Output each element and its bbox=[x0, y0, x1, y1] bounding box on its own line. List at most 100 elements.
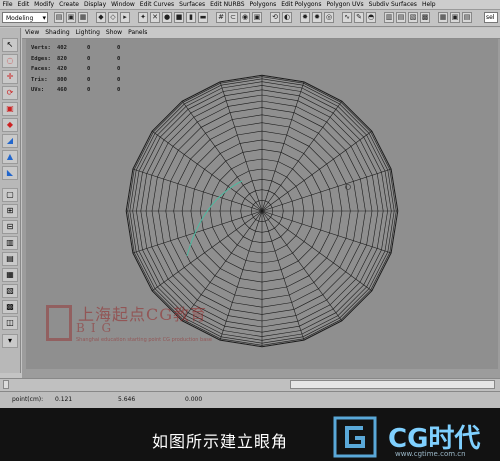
select-tool-icon[interactable]: ↖ bbox=[2, 38, 18, 52]
folder-icon[interactable]: ▤ bbox=[54, 12, 64, 23]
menu-window[interactable]: Window bbox=[109, 0, 138, 9]
layout-icon[interactable]: ▥ bbox=[384, 12, 394, 23]
hud-label: UVs: bbox=[31, 87, 45, 93]
snap-grid-icon[interactable]: # bbox=[216, 12, 226, 23]
menu-edit[interactable]: Edit bbox=[15, 0, 32, 9]
hud-label: Verts: bbox=[31, 45, 51, 51]
mask-icon[interactable]: ✦ bbox=[138, 12, 148, 23]
tool-settings-icon[interactable]: ▤ bbox=[462, 12, 472, 23]
menu-subdiv-surfaces[interactable]: Subdiv Surfaces bbox=[366, 0, 419, 9]
hud-label: Faces: bbox=[31, 66, 51, 72]
menu-edit-curves[interactable]: Edit Curves bbox=[137, 0, 176, 9]
select-object-icon[interactable]: ◇ bbox=[108, 12, 118, 23]
history-icon[interactable]: ⟲ bbox=[270, 12, 280, 23]
3d-viewport[interactable]: Verts: 402 0 0 Edges: 820 0 0 Faces: 420 0 0 Tris… bbox=[26, 39, 498, 369]
select-hierarchy-icon[interactable]: ◆ bbox=[96, 12, 106, 23]
sphere-icon[interactable]: ● bbox=[162, 12, 172, 23]
menu-edit-polygons[interactable]: Edit Polygons bbox=[279, 0, 324, 9]
layout-split-icon[interactable]: ⊟ bbox=[2, 220, 18, 234]
rotate-tool-icon[interactable]: ⟳ bbox=[2, 86, 18, 100]
render-icon[interactable]: ✸ bbox=[300, 12, 310, 23]
menu-polygons[interactable]: Polygons bbox=[247, 0, 279, 9]
quick-select-field[interactable]: sel bbox=[484, 12, 498, 23]
hypershade-icon[interactable]: ▩ bbox=[420, 12, 430, 23]
menu-file[interactable]: File bbox=[0, 0, 15, 9]
outliner-icon[interactable]: ▤ bbox=[396, 12, 406, 23]
menu-polygon-uvs[interactable]: Polygon UVs bbox=[324, 0, 366, 9]
channel-box-icon[interactable]: ▣ bbox=[450, 12, 460, 23]
hud-value: 0 bbox=[117, 66, 121, 72]
manipulator-tool-icon[interactable]: ◆ bbox=[2, 118, 18, 132]
point-label: point(cm): bbox=[12, 396, 44, 403]
menu-modify[interactable]: Modify bbox=[32, 0, 57, 9]
construction-icon[interactable]: ◐ bbox=[282, 12, 292, 23]
snap-view-icon[interactable]: ▣ bbox=[252, 12, 262, 23]
watermark: 上海起点CG教育 BIG Shanghai education starting… bbox=[46, 299, 246, 359]
layout-four-icon[interactable]: ⊞ bbox=[2, 204, 18, 218]
sculpt-icon[interactable]: ◓ bbox=[366, 12, 376, 23]
hud-value: 800 bbox=[57, 76, 67, 83]
graph-icon[interactable]: ▧ bbox=[408, 12, 418, 23]
maya-window: File Edit Modify Create Display Window E… bbox=[0, 0, 500, 409]
layout-custom-icon[interactable]: ▩ bbox=[2, 300, 18, 314]
paint-icon[interactable]: ✎ bbox=[354, 12, 364, 23]
cgtime-logo-icon bbox=[333, 416, 377, 458]
wire-spoke bbox=[261, 210, 305, 341]
layout-single-icon[interactable]: ▢ bbox=[2, 188, 18, 202]
hud-value: 460 bbox=[57, 87, 67, 93]
menu-edit-nurbs[interactable]: Edit NURBS bbox=[208, 0, 247, 9]
panel-menu-panels[interactable]: Panels bbox=[125, 28, 150, 38]
render-globals-icon[interactable]: ◎ bbox=[324, 12, 334, 23]
caption-text: 如图所示建立眼角 bbox=[152, 432, 289, 451]
snap-point-icon[interactable]: ◉ bbox=[240, 12, 250, 23]
layout-hypershade-icon[interactable]: ▦ bbox=[2, 268, 18, 282]
cylinder-icon[interactable]: ▮ bbox=[186, 12, 196, 23]
panel-menu-show[interactable]: Show bbox=[103, 28, 125, 38]
snap-curve-icon[interactable]: ⊂ bbox=[228, 12, 238, 23]
menu-display[interactable]: Display bbox=[82, 0, 109, 9]
save-icon[interactable]: ▦ bbox=[78, 12, 88, 23]
split-polygon-tool-icon[interactable]: ◢ bbox=[2, 134, 18, 148]
layout-render-icon[interactable]: ▧ bbox=[2, 284, 18, 298]
open-icon[interactable]: ▣ bbox=[66, 12, 76, 23]
move-tool-icon[interactable]: ✛ bbox=[2, 70, 18, 84]
panel-menu-lighting[interactable]: Lighting bbox=[73, 28, 103, 38]
mode-selector[interactable]: Modeling bbox=[2, 12, 48, 24]
command-line-field[interactable] bbox=[290, 380, 495, 389]
menu-surfaces[interactable]: Surfaces bbox=[177, 0, 208, 9]
help-line: point(cm): 0.121 5.646 0.000 bbox=[0, 391, 500, 409]
select-component-icon[interactable]: ▸ bbox=[120, 12, 130, 23]
panel-menu-view[interactable]: View bbox=[22, 28, 42, 38]
layout-persp-icon[interactable]: ◫ bbox=[2, 316, 18, 330]
hud-row-tris: Tris: 800 0 0 bbox=[31, 75, 137, 86]
wire-spoke bbox=[261, 210, 373, 292]
range-slider bbox=[0, 378, 500, 391]
hud-value: 820 bbox=[57, 55, 67, 62]
eye-corner-curve bbox=[186, 180, 243, 257]
poly-count-hud: Verts: 402 0 0 Edges: 820 0 0 Faces: 420 0 0 Tris… bbox=[31, 43, 137, 96]
layout-graph-icon[interactable]: ▤ bbox=[2, 252, 18, 266]
wire-spoke bbox=[261, 210, 343, 322]
menu-help[interactable]: Help bbox=[419, 0, 438, 9]
panel-menu-shading[interactable]: Shading bbox=[42, 28, 72, 38]
ipr-icon[interactable]: ✹ bbox=[312, 12, 322, 23]
sculpt-tool-icon[interactable]: ◣ bbox=[2, 166, 18, 180]
cube-icon[interactable]: ■ bbox=[174, 12, 184, 23]
layout-outliner-icon[interactable]: ▥ bbox=[2, 236, 18, 250]
pick-icon[interactable]: ✕ bbox=[150, 12, 160, 23]
wire-spoke bbox=[261, 81, 305, 212]
lasso-icon[interactable]: ∿ bbox=[342, 12, 352, 23]
plane-icon[interactable]: ▬ bbox=[198, 12, 208, 23]
watermark-logo-icon bbox=[46, 305, 72, 341]
lasso-tool-icon[interactable]: ◌ bbox=[2, 54, 18, 68]
range-start-button[interactable] bbox=[3, 380, 9, 389]
hud-value: 420 bbox=[57, 66, 67, 72]
menu-create[interactable]: Create bbox=[57, 0, 82, 9]
toolbox-expand-icon[interactable]: ▾ bbox=[2, 334, 18, 348]
hud-value: 0 bbox=[117, 76, 121, 83]
scale-tool-icon[interactable]: ▣ bbox=[2, 102, 18, 116]
attribute-editor-icon[interactable]: ▦ bbox=[438, 12, 448, 23]
wire-spoke bbox=[261, 130, 373, 212]
hud-label: Edges: bbox=[31, 55, 51, 62]
extrude-tool-icon[interactable]: ▲ bbox=[2, 150, 18, 164]
